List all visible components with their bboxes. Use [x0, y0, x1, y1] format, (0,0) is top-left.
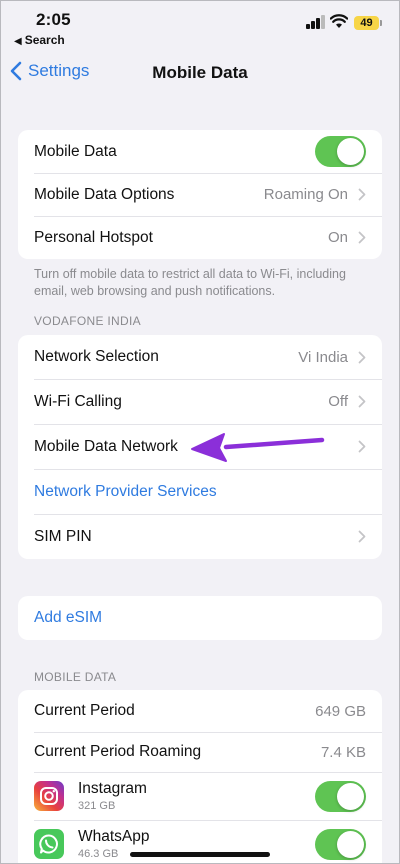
app-usage: 321 GB [78, 800, 116, 812]
app-name: Instagram [78, 780, 147, 797]
network-provider-services-row[interactable]: Network Provider Services [18, 469, 382, 514]
whatsapp-data-toggle[interactable] [315, 828, 366, 860]
row-label: Network Selection [34, 348, 159, 365]
mobile-data-group: Mobile Data Mobile Data Options Roaming … [18, 130, 382, 259]
instagram-icon [34, 781, 64, 811]
row-label: Current Period [34, 702, 135, 719]
back-app-label: Search [24, 33, 65, 47]
back-button[interactable]: Settings [10, 61, 89, 81]
status-time: 2:05 [36, 10, 71, 29]
app-name: WhatsApp [78, 828, 150, 845]
battery-level: 49 [360, 17, 373, 29]
carrier-section-header: VODAFONE INDIA [34, 314, 141, 328]
mobile-data-row: Mobile Data [18, 130, 382, 173]
status-bar: 2:05 ◀ Search 49 [0, 0, 400, 50]
mobile-data-options-row[interactable]: Mobile Data Options Roaming On [18, 173, 382, 216]
home-indicator[interactable] [130, 852, 270, 857]
row-label: Mobile Data [34, 142, 117, 160]
add-esim-label: Add eSIM [34, 609, 103, 626]
row-label: Network Provider Services [34, 482, 217, 500]
battery-icon: 49 [354, 16, 382, 30]
row-value: Off [328, 393, 348, 410]
cellular-signal-icon [306, 15, 326, 29]
row-value: Roaming On [263, 186, 348, 203]
row-label: Current Period Roaming [34, 743, 202, 760]
app-row-whatsapp: WhatsApp 46.3 GB [18, 820, 382, 864]
current-period-row: Current Period 649 GB [18, 690, 382, 732]
mobile-data-section-header: MOBILE DATA [34, 670, 117, 684]
current-period-roaming-row: Current Period Roaming 7.4 KB [18, 732, 382, 772]
row-label: Personal Hotspot [34, 228, 153, 246]
app-row-instagram: Instagram 321 GB [18, 772, 382, 820]
row-value: On [327, 229, 348, 246]
add-esim-button[interactable]: Add eSIM [18, 596, 382, 640]
back-button-label: Settings [28, 61, 90, 80]
network-selection-row[interactable]: Network Selection Vi India [18, 335, 382, 379]
row-label: Mobile Data Options [34, 185, 175, 203]
instagram-data-toggle[interactable] [315, 780, 366, 812]
chevron-right-icon [358, 231, 366, 244]
row-value: 649 GB [315, 702, 366, 720]
sim-pin-row[interactable]: SIM PIN [18, 514, 382, 559]
chevron-right-icon [358, 440, 366, 453]
mobile-data-footnote: Turn off mobile data to restrict all dat… [34, 267, 346, 298]
row-label: Wi-Fi Calling [34, 392, 122, 410]
chevron-left-icon [10, 61, 22, 81]
esim-group: Add eSIM [18, 596, 382, 640]
chevron-right-icon [358, 188, 366, 201]
annotation-arrow-icon [191, 433, 325, 462]
personal-hotspot-row[interactable]: Personal Hotspot On [18, 216, 382, 259]
wifi-icon [330, 14, 348, 28]
chevron-right-icon [358, 351, 366, 363]
mobile-data-toggle[interactable] [315, 136, 366, 167]
row-value: 7.4 KB [320, 743, 366, 761]
wifi-calling-row[interactable]: Wi-Fi Calling Off [18, 379, 382, 424]
whatsapp-icon [34, 829, 64, 859]
row-label: SIM PIN [34, 527, 92, 545]
navigation-bar: Mobile Data Settings [0, 52, 400, 92]
usage-group: Current Period 649 GB Current Period Roa… [18, 690, 382, 864]
row-value: Vi India [298, 348, 348, 366]
back-triangle-icon: ◀ [14, 36, 22, 47]
chevron-right-icon [358, 395, 366, 408]
back-to-app-link[interactable]: ◀ Search [14, 33, 65, 47]
chevron-right-icon [358, 530, 366, 543]
